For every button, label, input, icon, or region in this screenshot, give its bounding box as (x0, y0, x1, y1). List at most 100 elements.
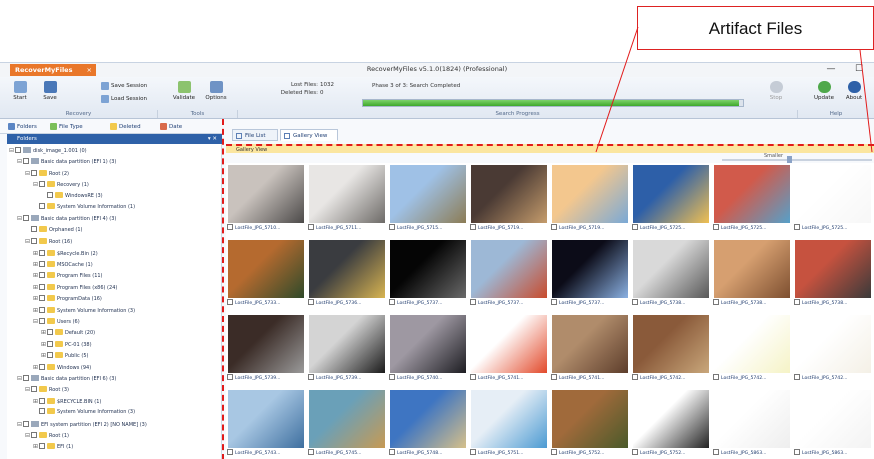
tree-item-checkbox[interactable] (23, 420, 29, 427)
gallery-item[interactable]: LostFile_JPG_5863... (793, 388, 873, 459)
tree-item-checkbox[interactable] (47, 329, 53, 336)
stop-button[interactable]: Stop (762, 80, 790, 110)
gallery-item-checkbox[interactable] (470, 374, 476, 380)
image-thumbnail[interactable] (633, 390, 709, 448)
tree-item[interactable]: Orphaned (1) (25, 225, 83, 235)
gallery-item-checkbox[interactable] (632, 449, 638, 455)
slider-knob[interactable] (787, 156, 793, 163)
gallery-item[interactable]: LostFile_JPG_5737... (388, 238, 468, 310)
image-thumbnail[interactable] (552, 165, 628, 223)
image-thumbnail[interactable] (309, 390, 385, 448)
tree-item-checkbox[interactable] (39, 203, 45, 209)
tree-item-checkbox[interactable] (39, 261, 45, 267)
tree-item-checkbox[interactable] (39, 363, 45, 370)
tree-item-checkbox[interactable] (47, 352, 53, 359)
tree-item[interactable]: ⊟ Users (6) (33, 317, 80, 326)
validate-button[interactable]: Validate (170, 80, 198, 110)
load-session-button[interactable]: Load Session (100, 94, 147, 104)
gallery-item-checkbox[interactable] (470, 224, 476, 230)
tree-item-checkbox[interactable] (47, 340, 53, 347)
gallery-item-checkbox[interactable] (551, 299, 557, 305)
gallery-item[interactable]: LostFile_JPG_5739... (307, 313, 387, 385)
tree-item[interactable]: ⊞ System Volume Information (3) (33, 306, 135, 315)
gallery-item-checkbox[interactable] (794, 299, 800, 305)
image-thumbnail[interactable] (390, 390, 466, 448)
gallery-item-checkbox[interactable] (227, 374, 233, 380)
gallery-item[interactable]: LostFile_JPG_5733... (226, 238, 306, 310)
tree-item-checkbox[interactable] (39, 318, 45, 324)
gallery-item[interactable]: LostFile_JPG_5738... (631, 238, 711, 310)
image-thumbnail[interactable] (714, 240, 790, 298)
image-thumbnail[interactable] (309, 315, 385, 373)
gallery-item[interactable]: LostFile_JPG_5739... (226, 313, 306, 385)
image-thumbnail[interactable] (471, 390, 547, 448)
pin-close-icon[interactable]: ▾ ✕ (208, 134, 217, 144)
gallery-item-checkbox[interactable] (794, 374, 800, 380)
image-thumbnail[interactable] (633, 315, 709, 373)
tree-item[interactable]: ⊞ Program Files (11) (33, 271, 103, 280)
save-session-button[interactable]: Save Session (100, 81, 147, 91)
tree-item-checkbox[interactable] (39, 283, 45, 290)
tree-item-checkbox[interactable] (23, 375, 29, 381)
image-thumbnail[interactable] (471, 165, 547, 223)
tree-item[interactable]: System Volume Information (1) (33, 203, 135, 212)
gallery-item[interactable]: LostFile_JPG_5748... (388, 388, 468, 459)
tree-item[interactable]: ⊟ Basic data partition (EFI 1) (3) (17, 157, 116, 166)
tree-item[interactable]: ⊟ Root (3) (25, 385, 69, 394)
gallery-item-checkbox[interactable] (632, 224, 638, 230)
gallery-item-checkbox[interactable] (227, 449, 233, 455)
image-thumbnail[interactable] (228, 165, 304, 223)
gallery-item-checkbox[interactable] (308, 299, 314, 305)
image-thumbnail[interactable] (309, 240, 385, 298)
tree-item[interactable]: ⊟ Recovery (1) (33, 180, 89, 189)
tab-file-type[interactable]: File Type (50, 122, 83, 132)
gallery-item-checkbox[interactable] (551, 374, 557, 380)
image-thumbnail[interactable] (390, 315, 466, 373)
gallery-item-checkbox[interactable] (389, 374, 395, 380)
gallery-item[interactable]: LostFile_JPG_5719... (469, 163, 549, 235)
tree-item-checkbox[interactable] (31, 386, 37, 393)
image-thumbnail[interactable] (390, 240, 466, 298)
gallery-item-checkbox[interactable] (794, 224, 800, 230)
gallery-item[interactable]: LostFile_JPG_5711... (307, 163, 387, 235)
image-thumbnail[interactable] (633, 240, 709, 298)
tree-item[interactable]: ⊞ $RECYCLE.BIN (1) (33, 397, 101, 406)
tree-item-checkbox[interactable] (39, 408, 45, 415)
tree-item[interactable]: ⊞ Default (20) (41, 328, 95, 337)
tree-item-checkbox[interactable] (15, 147, 21, 153)
gallery-item[interactable]: LostFile_JPG_5715... (388, 163, 468, 235)
image-thumbnail[interactable] (309, 165, 385, 223)
gallery-item-checkbox[interactable] (308, 224, 314, 230)
minimize-button[interactable]: — (820, 63, 842, 77)
about-button[interactable]: About (840, 80, 868, 110)
tree-item[interactable]: ⊞ MSOCache (1) (33, 260, 93, 269)
gallery-item[interactable]: LostFile_JPG_5736... (307, 238, 387, 310)
gallery-item-checkbox[interactable] (389, 224, 395, 230)
gallery-item[interactable]: LostFile_JPG_5752... (550, 388, 630, 459)
gallery-item[interactable]: LostFile_JPG_5742... (712, 313, 792, 385)
tree-item-checkbox[interactable] (39, 306, 45, 313)
gallery-item[interactable]: LostFile_JPG_5738... (793, 238, 873, 310)
image-thumbnail[interactable] (552, 240, 628, 298)
image-thumbnail[interactable] (795, 240, 871, 298)
tree-item[interactable]: ⊟ Basic data partition (EFI 6) (3) (17, 374, 116, 383)
gallery-item-checkbox[interactable] (551, 224, 557, 230)
tree-item[interactable]: ⊟ Root (2) (25, 169, 69, 178)
gallery-item-checkbox[interactable] (227, 299, 233, 305)
tree-item[interactable]: ⊟ Root (1) (25, 431, 69, 440)
image-thumbnail[interactable] (795, 390, 871, 448)
tree-item-checkbox[interactable] (39, 397, 45, 404)
gallery-item[interactable]: LostFile_JPG_5725... (631, 163, 711, 235)
image-thumbnail[interactable] (714, 315, 790, 373)
gallery-item-checkbox[interactable] (713, 374, 719, 380)
tree-item-checkbox[interactable] (31, 225, 37, 232)
tree-item[interactable]: ⊞ PC-01 (38) (41, 340, 92, 349)
start-button[interactable]: Start (6, 80, 34, 110)
gallery-item[interactable]: LostFile_JPG_5741... (550, 313, 630, 385)
gallery-item-checkbox[interactable] (389, 299, 395, 305)
gallery-item-checkbox[interactable] (713, 299, 719, 305)
gallery-item-checkbox[interactable] (632, 374, 638, 380)
tree-item[interactable]: ⊞ Public (5) (41, 351, 88, 360)
gallery-item[interactable]: LostFile_JPG_5745... (307, 388, 387, 459)
gallery-item[interactable]: LostFile_JPG_5751... (469, 388, 549, 459)
